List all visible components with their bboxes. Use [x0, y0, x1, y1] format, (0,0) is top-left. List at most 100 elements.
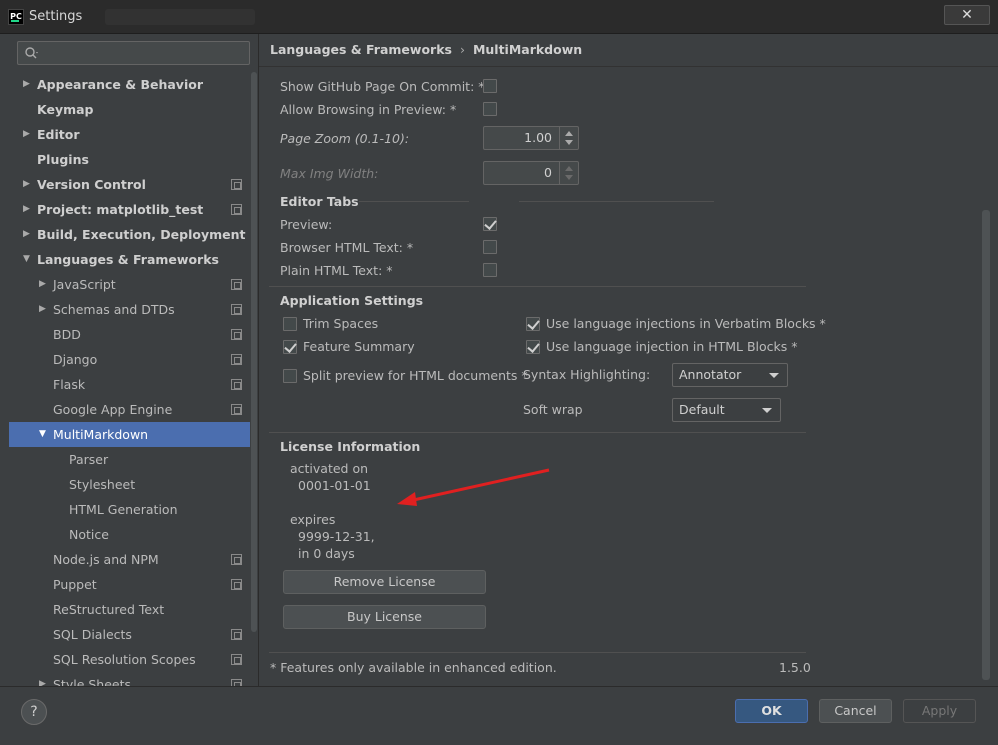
sidebar-item[interactable]: BDD — [9, 322, 258, 347]
project-settings-icon — [231, 329, 242, 340]
sidebar-item-label: Keymap — [37, 102, 94, 117]
allow-browsing-label: Allow Browsing in Preview: * — [280, 102, 457, 117]
settings-content: Languages & Frameworks › MultiMarkdown Sho… — [258, 34, 998, 686]
lang-inj-verbatim-label: Use language injections in Verbatim Bloc… — [546, 316, 826, 331]
sidebar-item-label: Parser — [69, 452, 109, 467]
apply-button[interactable]: Apply — [903, 699, 976, 723]
expanded-arrow-icon[interactable]: ▼ — [23, 247, 33, 272]
collapsed-arrow-icon[interactable]: ▶ — [23, 222, 33, 247]
preview-tab-label: Preview: — [280, 217, 333, 232]
sidebar-item[interactable]: Parser — [9, 447, 258, 472]
expanded-arrow-icon[interactable]: ▼ — [39, 422, 49, 447]
spinner-up-icon[interactable] — [565, 131, 573, 136]
project-settings-icon — [231, 354, 242, 365]
show-github-label: Show GitHub Page On Commit: * — [280, 79, 485, 94]
collapsed-arrow-icon[interactable]: ▶ — [23, 197, 33, 222]
sidebar-item[interactable]: Keymap — [9, 97, 258, 122]
title-bar: PC Settings ✕ — [0, 0, 998, 34]
remove-license-button[interactable]: Remove License — [283, 570, 486, 594]
sidebar-item-label: Stylesheet — [69, 477, 136, 492]
application-settings-title: Application Settings — [280, 293, 424, 308]
cancel-button[interactable]: Cancel — [819, 699, 892, 723]
sidebar-item-label: JavaScript — [53, 277, 116, 292]
annotation-arrow-icon — [397, 468, 550, 506]
content-scrollbar[interactable] — [982, 210, 990, 680]
project-settings-icon — [231, 554, 242, 565]
syntax-highlighting-select[interactable]: Annotator — [672, 363, 788, 387]
project-settings-icon — [231, 679, 242, 686]
lang-inj-verbatim-checkbox[interactable] — [526, 317, 540, 331]
pycharm-icon: PC — [8, 9, 24, 25]
sidebar-item[interactable]: Django — [9, 347, 258, 372]
plain-html-checkbox[interactable] — [483, 263, 497, 277]
soft-wrap-value: Default — [679, 402, 725, 417]
split-preview-label: Split preview for HTML documents * — [303, 368, 528, 383]
show-github-checkbox[interactable] — [483, 79, 497, 93]
page-zoom-spinner[interactable]: 1.00 — [483, 126, 579, 150]
sidebar-item-label: Editor — [37, 127, 80, 142]
feature-summary-checkbox[interactable] — [283, 340, 297, 354]
collapsed-arrow-icon[interactable]: ▶ — [39, 672, 49, 686]
collapsed-arrow-icon[interactable]: ▶ — [39, 297, 49, 322]
trim-spaces-checkbox[interactable] — [283, 317, 297, 331]
breadcrumb-parent[interactable]: Languages & Frameworks — [270, 42, 452, 57]
collapsed-arrow-icon[interactable]: ▶ — [23, 122, 33, 147]
collapsed-arrow-icon[interactable]: ▶ — [39, 272, 49, 297]
ok-button[interactable]: OK — [735, 699, 808, 723]
lang-inj-html-label: Use language injection in HTML Blocks * — [546, 339, 798, 354]
project-settings-icon — [231, 579, 242, 590]
close-button[interactable]: ✕ — [944, 5, 990, 25]
spinner-down-icon[interactable] — [565, 175, 573, 180]
sidebar-item[interactable]: ▼ MultiMarkdown — [9, 422, 258, 447]
sidebar-item[interactable]: Flask — [9, 372, 258, 397]
sidebar-item[interactable]: ▶ Version Control — [9, 172, 258, 197]
plugin-version: 1.5.0 — [779, 660, 811, 675]
chevron-down-icon — [762, 408, 772, 413]
sidebar-item[interactable]: Google App Engine — [9, 397, 258, 422]
help-button[interactable]: ? — [21, 699, 47, 725]
search-input[interactable] — [17, 41, 250, 65]
activated-date: 0001-01-01 — [298, 478, 371, 493]
max-img-width-spinner[interactable]: 0 — [483, 161, 579, 185]
feature-summary-label: Feature Summary — [303, 339, 415, 354]
sidebar-item[interactable]: Plugins — [9, 147, 258, 172]
sidebar-item-label: SQL Dialects — [53, 627, 132, 642]
page-zoom-value: 1.00 — [524, 130, 552, 145]
collapsed-arrow-icon[interactable]: ▶ — [23, 172, 33, 197]
sidebar-item[interactable]: ▼ Languages & Frameworks — [9, 247, 258, 272]
buy-license-button[interactable]: Buy License — [283, 605, 486, 629]
sidebar-item[interactable]: Node.js and NPM — [9, 547, 258, 572]
close-icon: ✕ — [961, 7, 973, 23]
activated-on-label: activated on — [290, 461, 369, 476]
split-preview-checkbox[interactable] — [283, 369, 297, 383]
sidebar-item[interactable]: ReStructured Text — [9, 597, 258, 622]
preview-tab-checkbox[interactable] — [483, 217, 497, 231]
browser-html-checkbox[interactable] — [483, 240, 497, 254]
sidebar-item[interactable]: ▶ Style Sheets — [9, 672, 258, 686]
sidebar-item[interactable]: ▶ Appearance & Behavior — [9, 72, 258, 97]
sidebar-item[interactable]: Puppet — [9, 572, 258, 597]
lang-inj-html-checkbox[interactable] — [526, 340, 540, 354]
sidebar-item[interactable]: SQL Dialects — [9, 622, 258, 647]
sidebar-item[interactable]: ▶ Schemas and DTDs — [9, 297, 258, 322]
spinner-up-icon[interactable] — [565, 166, 573, 171]
collapsed-arrow-icon[interactable]: ▶ — [23, 72, 33, 97]
sidebar-item[interactable]: HTML Generation — [9, 497, 258, 522]
sidebar-item-label: Style Sheets — [53, 677, 132, 686]
spinner-down-icon[interactable] — [565, 140, 573, 145]
sidebar-scrollbar[interactable] — [250, 34, 258, 686]
blurred-title-area — [105, 9, 255, 25]
sidebar-item[interactable]: Stylesheet — [9, 472, 258, 497]
sidebar-item[interactable]: SQL Resolution Scopes — [9, 647, 258, 672]
allow-browsing-checkbox[interactable] — [483, 102, 497, 116]
soft-wrap-select[interactable]: Default — [672, 398, 781, 422]
sidebar-item[interactable]: ▶ Editor — [9, 122, 258, 147]
dialog-button-bar: ? OK Cancel Apply — [0, 686, 998, 745]
sidebar-item[interactable]: Notice — [9, 522, 258, 547]
sidebar-item[interactable]: ▶ Build, Execution, Deployment — [9, 222, 258, 247]
sidebar-item[interactable]: ▶ JavaScript — [9, 272, 258, 297]
max-img-width-label: Max Img Width: — [280, 166, 379, 181]
sidebar-item-label: Project: matplotlib_test — [37, 202, 204, 217]
expires-label: expires — [290, 512, 336, 527]
sidebar-item[interactable]: ▶ Project: matplotlib_test — [9, 197, 258, 222]
